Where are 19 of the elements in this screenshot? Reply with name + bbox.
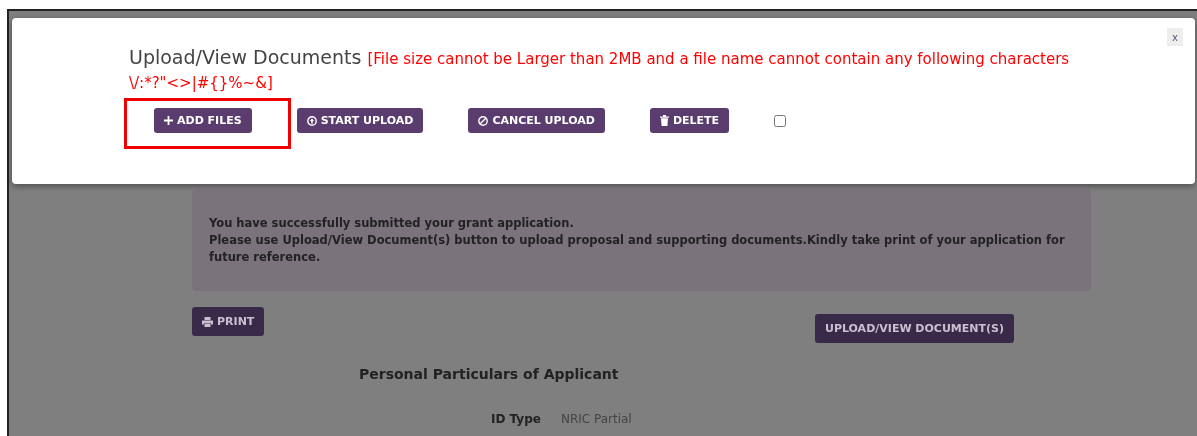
plus-icon: [164, 116, 173, 125]
cancel-button[interactable]: CANCEL UPLOAD: [468, 108, 605, 133]
dialog-heading: Upload/View Documents [File size cannot be Larger than 2MB and a file name cannot contain any following characters \/:*?"<>|#{}%~&]: [129, 46, 1071, 94]
close-button[interactable]: x: [1167, 28, 1183, 46]
select-all-checkbox[interactable]: [774, 114, 787, 127]
field-value: NRIC Partial: [560, 412, 632, 426]
delete-button[interactable]: DELETE: [649, 108, 730, 133]
upload-view-button[interactable]: UPLOAD/VIEW DOCUMENT(S): [814, 314, 1014, 343]
notice-text: You have successfully submitted your grant application.: [209, 215, 575, 232]
print-button[interactable]: PRINT: [192, 307, 265, 336]
trash-icon: [659, 115, 669, 126]
upload-circle-icon: [306, 115, 317, 126]
notice-text: Please use Upload/View Document(s) button to upload proposal and supporting documents.Kindly take print of your application for future reference.: [209, 232, 1066, 266]
ban-icon: [478, 115, 489, 126]
field-label: ID Type: [491, 412, 541, 426]
printer-icon: [202, 316, 213, 327]
add-button[interactable]: ADD FILES: [154, 108, 252, 133]
section-title: Personal Particulars of Applicant: [359, 366, 619, 382]
start-button[interactable]: START UPLOAD: [296, 108, 424, 133]
